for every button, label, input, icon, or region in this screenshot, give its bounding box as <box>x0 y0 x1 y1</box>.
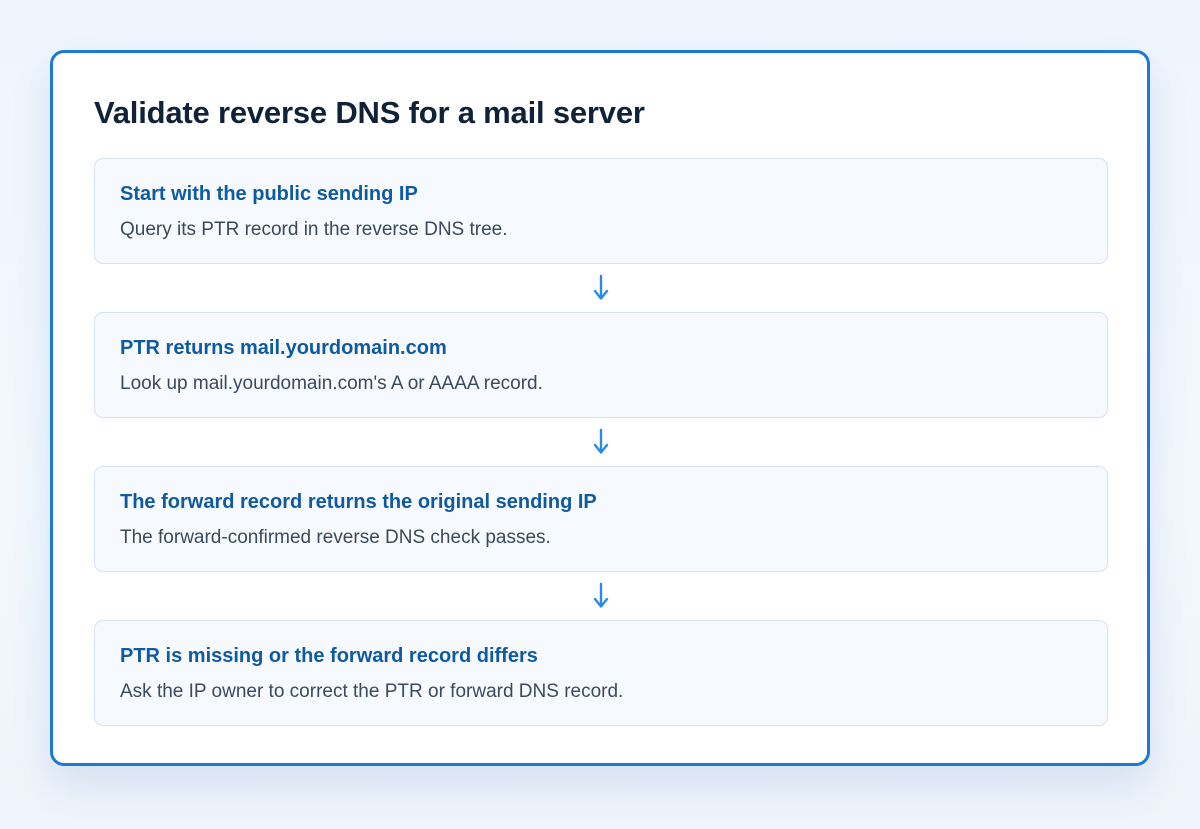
arrow-down-icon <box>593 582 609 608</box>
diagram-title: Validate reverse DNS for a mail server <box>94 95 645 130</box>
step-description: The forward-confirmed reverse DNS check … <box>120 527 551 548</box>
arrow-down-icon <box>593 428 609 454</box>
step-description: Look up mail.yourdomain.com's A or AAAA … <box>120 373 543 394</box>
arrow-down-icon <box>593 274 609 300</box>
flow-card: Validate reverse DNS for a mail server S… <box>50 50 1150 766</box>
step-title: The forward record returns the original … <box>120 491 597 513</box>
step-connector <box>94 264 1108 312</box>
step-connector <box>94 418 1108 466</box>
step-description: Ask the IP owner to correct the PTR or f… <box>120 681 624 702</box>
step-description: Query its PTR record in the reverse DNS … <box>120 219 508 240</box>
step-1: Start with the public sending IP Query i… <box>94 158 1108 264</box>
step-title: PTR is missing or the forward record dif… <box>120 645 538 667</box>
step-3: The forward record returns the original … <box>94 466 1108 572</box>
step-2: PTR returns mail.yourdomain.com Look up … <box>94 312 1108 418</box>
step-connector <box>94 572 1108 620</box>
step-title: Start with the public sending IP <box>120 183 418 205</box>
step-title: PTR returns mail.yourdomain.com <box>120 337 447 359</box>
step-4: PTR is missing or the forward record dif… <box>94 620 1108 726</box>
